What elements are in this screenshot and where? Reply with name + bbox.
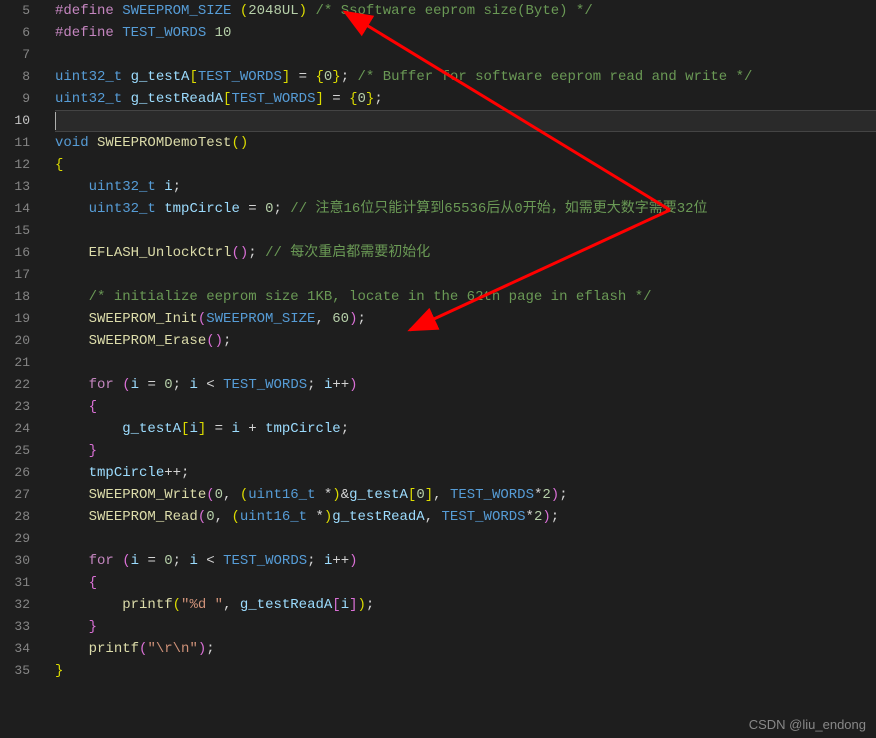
line-number: 20 xyxy=(0,330,30,352)
line-number: 9 xyxy=(0,88,30,110)
line-number: 24 xyxy=(0,418,30,440)
code-line[interactable]: uint32_t g_testA[TEST_WORDS] = {0}; /* B… xyxy=(55,66,876,88)
watermark: CSDN @liu_endong xyxy=(749,717,866,732)
code-line[interactable] xyxy=(55,110,876,132)
line-number: 8 xyxy=(0,66,30,88)
line-number: 33 xyxy=(0,616,30,638)
code-line[interactable]: printf("\r\n"); xyxy=(55,638,876,660)
code-line[interactable]: EFLASH_UnlockCtrl(); // 每次重启都需要初始化 xyxy=(55,242,876,264)
line-number: 29 xyxy=(0,528,30,550)
code-line[interactable] xyxy=(55,528,876,550)
line-number: 28 xyxy=(0,506,30,528)
line-number: 15 xyxy=(0,220,30,242)
code-line[interactable]: SWEEPROM_Erase(); xyxy=(55,330,876,352)
line-number: 5 xyxy=(0,0,30,22)
line-number: 32 xyxy=(0,594,30,616)
code-line[interactable] xyxy=(55,352,876,374)
code-line[interactable]: SWEEPROM_Read(0, (uint16_t *)g_testReadA… xyxy=(55,506,876,528)
code-line[interactable]: uint32_t tmpCircle = 0; // 注意16位只能计算到655… xyxy=(55,198,876,220)
code-line[interactable]: uint32_t g_testReadA[TEST_WORDS] = {0}; xyxy=(55,88,876,110)
line-number: 16 xyxy=(0,242,30,264)
code-line[interactable]: { xyxy=(55,154,876,176)
line-number: 25 xyxy=(0,440,30,462)
line-number: 31 xyxy=(0,572,30,594)
line-number: 14 xyxy=(0,198,30,220)
code-area[interactable]: #define SWEEPROM_SIZE (2048UL) /* Ssoftw… xyxy=(45,0,876,738)
code-line[interactable]: } xyxy=(55,440,876,462)
line-number: 12 xyxy=(0,154,30,176)
code-line[interactable]: { xyxy=(55,396,876,418)
code-line[interactable]: g_testA[i] = i + tmpCircle; xyxy=(55,418,876,440)
code-line[interactable]: #define TEST_WORDS 10 xyxy=(55,22,876,44)
line-number: 23 xyxy=(0,396,30,418)
line-number: 22 xyxy=(0,374,30,396)
code-line[interactable]: for (i = 0; i < TEST_WORDS; i++) xyxy=(55,374,876,396)
code-line[interactable]: uint32_t i; xyxy=(55,176,876,198)
code-line[interactable]: SWEEPROM_Write(0, (uint16_t *)&g_testA[0… xyxy=(55,484,876,506)
line-number: 6 xyxy=(0,22,30,44)
code-editor[interactable]: 5678910111213141516171819202122232425262… xyxy=(0,0,876,738)
line-number: 17 xyxy=(0,264,30,286)
code-line[interactable]: void SWEEPROMDemoTest() xyxy=(55,132,876,154)
line-number: 27 xyxy=(0,484,30,506)
line-number: 13 xyxy=(0,176,30,198)
line-gutter: 5678910111213141516171819202122232425262… xyxy=(0,0,45,738)
line-number: 11 xyxy=(0,132,30,154)
code-line[interactable]: printf("%d ", g_testReadA[i]); xyxy=(55,594,876,616)
line-number: 35 xyxy=(0,660,30,682)
code-line[interactable]: } xyxy=(55,616,876,638)
code-line[interactable]: { xyxy=(55,572,876,594)
line-number: 18 xyxy=(0,286,30,308)
code-line[interactable] xyxy=(55,220,876,242)
line-number: 30 xyxy=(0,550,30,572)
line-number: 19 xyxy=(0,308,30,330)
code-line[interactable]: tmpCircle++; xyxy=(55,462,876,484)
line-number: 21 xyxy=(0,352,30,374)
line-number: 7 xyxy=(0,44,30,66)
line-number: 10 xyxy=(0,110,30,132)
code-line[interactable] xyxy=(55,264,876,286)
code-line[interactable]: SWEEPROM_Init(SWEEPROM_SIZE, 60); xyxy=(55,308,876,330)
line-number: 34 xyxy=(0,638,30,660)
code-line[interactable]: #define SWEEPROM_SIZE (2048UL) /* Ssoftw… xyxy=(55,0,876,22)
code-line[interactable]: for (i = 0; i < TEST_WORDS; i++) xyxy=(55,550,876,572)
line-number: 26 xyxy=(0,462,30,484)
code-line[interactable] xyxy=(55,44,876,66)
code-line[interactable]: } xyxy=(55,660,876,682)
code-line[interactable]: /* initialize eeprom size 1KB, locate in… xyxy=(55,286,876,308)
